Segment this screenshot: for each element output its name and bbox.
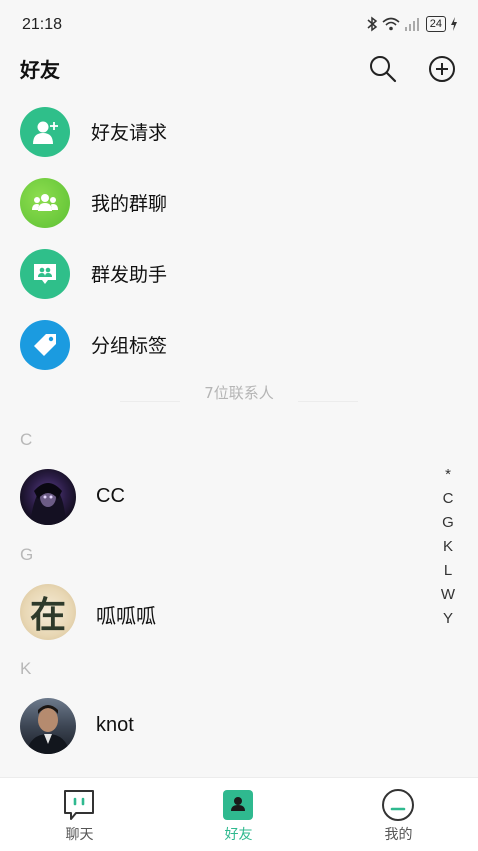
contact-name: 呱呱呱 bbox=[96, 606, 156, 628]
plus-circle-icon bbox=[429, 56, 455, 82]
calligraphy-avatar: 在 bbox=[20, 584, 76, 640]
feature-menu: 好友请求 我的群聊 群发助手 分组标签 bbox=[0, 96, 478, 380]
menu-item-label: 好友请求 bbox=[91, 122, 168, 144]
search-button[interactable] bbox=[368, 54, 398, 84]
search-icon bbox=[370, 56, 397, 83]
alpha-index-c[interactable]: C bbox=[438, 487, 458, 511]
menu-item-label: 群发助手 bbox=[91, 264, 168, 286]
wifi-icon bbox=[382, 17, 400, 31]
dark-anime-avatar bbox=[20, 469, 76, 525]
menu-item-tags[interactable]: 分组标签 bbox=[0, 309, 478, 380]
section-header-k: K bbox=[20, 659, 32, 678]
tag-icon bbox=[20, 320, 70, 370]
contacts-icon bbox=[223, 790, 253, 820]
tab-label: 好友 bbox=[224, 827, 253, 843]
battery-indicator: 24 bbox=[425, 16, 446, 32]
add-button[interactable] bbox=[427, 54, 457, 84]
menu-item-label: 我的群聊 bbox=[91, 193, 168, 215]
menu-item-my-groups[interactable]: 我的群聊 bbox=[0, 167, 478, 238]
alpha-index-g[interactable]: G bbox=[438, 511, 458, 535]
alpha-index-w[interactable]: W bbox=[438, 583, 458, 607]
photo-avatar bbox=[20, 698, 76, 754]
signal-icon bbox=[404, 18, 419, 31]
charging-icon bbox=[451, 17, 457, 31]
tab-me[interactable]: 我的 bbox=[319, 778, 478, 851]
profile-icon bbox=[382, 789, 414, 821]
status-time: 21:18 bbox=[22, 16, 63, 33]
contact-name: knot bbox=[96, 714, 134, 736]
contact-count: 7位联系人 bbox=[204, 384, 274, 402]
add-friend-icon bbox=[20, 107, 70, 157]
tab-label: 我的 bbox=[384, 827, 413, 843]
contact-name: CC bbox=[96, 485, 125, 507]
status-icons: 24 bbox=[366, 16, 458, 32]
bluetooth-icon bbox=[367, 16, 377, 32]
alpha-index-star[interactable]: * bbox=[438, 463, 458, 487]
page-title: 好友 bbox=[20, 58, 60, 82]
alpha-index-l[interactable]: L bbox=[438, 559, 458, 583]
contact-row[interactable]: 在 呱呱呱 bbox=[0, 576, 430, 648]
calligraphy-character: 在 bbox=[29, 594, 66, 636]
tab-contacts[interactable]: 好友 bbox=[159, 778, 318, 851]
section-header-c: C bbox=[20, 430, 33, 449]
menu-item-label: 分组标签 bbox=[91, 335, 168, 357]
tab-chat[interactable]: 聊天 bbox=[0, 778, 159, 851]
menu-item-broadcast[interactable]: 群发助手 bbox=[0, 238, 478, 309]
menu-item-friend-requests[interactable]: 好友请求 bbox=[0, 96, 478, 167]
chat-icon bbox=[64, 790, 94, 820]
bottom-tab-bar: 聊天 好友 我的 bbox=[0, 777, 478, 851]
section-header-g: G bbox=[20, 545, 34, 564]
alphabet-index[interactable]: * C G K L W Y bbox=[438, 463, 458, 631]
status-bar: 21:18 24 bbox=[0, 0, 478, 50]
tab-label: 聊天 bbox=[65, 827, 94, 843]
app-header: 好友 bbox=[0, 50, 478, 98]
group-chat-icon bbox=[20, 178, 70, 228]
contact-row[interactable]: CC bbox=[0, 461, 430, 533]
alpha-index-y[interactable]: Y bbox=[438, 607, 458, 631]
broadcast-icon bbox=[20, 249, 70, 299]
contact-row[interactable]: knot bbox=[0, 690, 430, 762]
alpha-index-k[interactable]: K bbox=[438, 535, 458, 559]
